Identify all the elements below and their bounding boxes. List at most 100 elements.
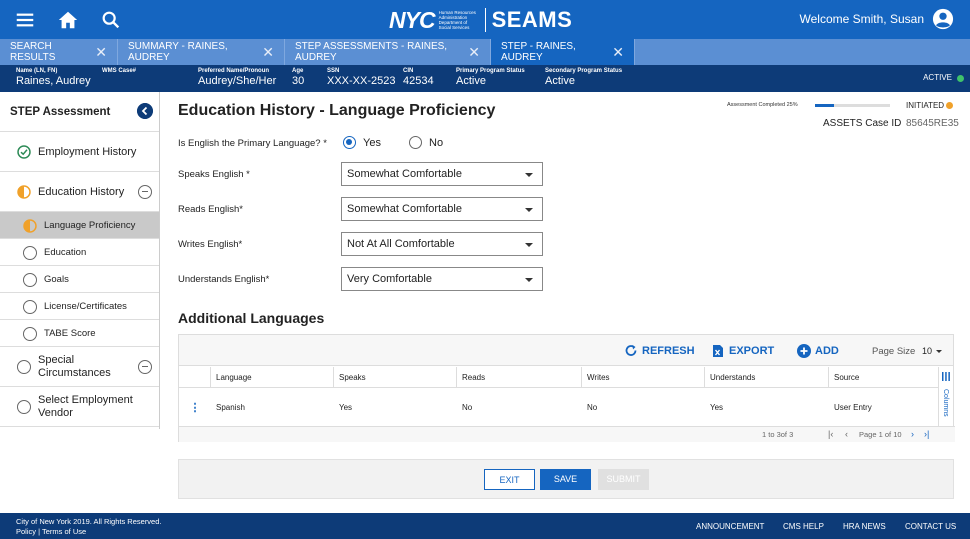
assessment-progress-bar xyxy=(815,104,890,107)
app-name: SEAMS xyxy=(491,7,573,32)
tab-bar: SEARCH RESULTS ✕ SUMMARY - RAINES, AUDREY… xyxy=(0,39,970,65)
sidebar-item-education[interactable]: Education xyxy=(0,239,159,266)
last-page-icon[interactable]: ›| xyxy=(924,429,929,439)
export-button[interactable]: EXPORT xyxy=(711,344,774,358)
client-cin: CIN 42534 xyxy=(403,68,434,87)
radio-yes[interactable] xyxy=(343,136,356,149)
tab-summary[interactable]: SUMMARY - RAINES, AUDREY ✕ xyxy=(118,39,285,65)
select-value: Somewhat Comfortable xyxy=(347,203,462,215)
submit-button[interactable]: SUBMIT xyxy=(598,469,649,490)
close-icon[interactable]: ✕ xyxy=(262,44,274,61)
cms-help-link[interactable]: CMS HELP xyxy=(783,522,824,531)
question-label: Speaks English * xyxy=(178,169,250,180)
wms-case: WMS Case# xyxy=(102,68,137,74)
sidebar-item-label: Select Employment Vendor xyxy=(38,393,133,419)
primary-language-question: Is English the Primary Language? * xyxy=(178,138,327,149)
speaks-english-select[interactable]: Somewhat Comfortable xyxy=(341,162,543,186)
collapse-sidebar-icon[interactable] xyxy=(137,103,153,119)
sidebar-item-special-circumstances[interactable]: Special Circumstances xyxy=(0,347,159,387)
tab-step[interactable]: STEP - RAINES, AUDREY ✕ xyxy=(491,39,635,65)
columns-tool-panel[interactable]: Columns xyxy=(938,367,953,426)
user-account-icon[interactable] xyxy=(932,8,954,30)
table-cell: Spanish xyxy=(216,402,245,412)
sidebar-item-label: TABE Score xyxy=(44,327,96,339)
collapse-section-icon[interactable] xyxy=(138,360,152,374)
dropdown-caret-icon xyxy=(525,208,533,212)
assessment-status: INITIATED xyxy=(906,101,945,110)
hra-news-link[interactable]: HRA NEWS xyxy=(843,522,886,531)
sidebar-item-label: Education History xyxy=(38,185,125,198)
tab-search-results[interactable]: SEARCH RESULTS ✕ xyxy=(0,39,118,65)
radio-no[interactable] xyxy=(409,136,422,149)
home-icon[interactable] xyxy=(57,9,79,31)
row-menu-icon[interactable]: ⋮ xyxy=(179,388,211,426)
sidebar-item-education-history[interactable]: Education History xyxy=(0,172,159,212)
grid-header-source[interactable]: Source xyxy=(829,367,939,387)
search-icon[interactable] xyxy=(100,9,122,31)
grid-header-speaks[interactable]: Speaks xyxy=(334,367,457,387)
check-circle-icon xyxy=(17,145,31,159)
page-size-select[interactable]: 10 xyxy=(922,346,932,356)
close-icon[interactable]: ✕ xyxy=(95,44,107,61)
sidebar-item-goals[interactable]: Goals xyxy=(0,266,159,293)
sidebar-header: STEP Assessment xyxy=(0,92,159,132)
app-brand[interactable]: NYC Human Resources Administration Depar… xyxy=(389,6,572,34)
announcement-link[interactable]: ANNOUNCEMENT xyxy=(696,522,764,531)
grid-header-understands[interactable]: Understands xyxy=(705,367,829,387)
case-id-label: ASSETS Case ID xyxy=(823,118,902,129)
empty-circle-icon xyxy=(23,246,37,260)
refresh-button[interactable]: REFRESH xyxy=(624,344,695,358)
additional-languages-grid: REFRESH EXPORT ADD Page Size 10 Language… xyxy=(178,334,955,442)
contact-us-link[interactable]: CONTACT US xyxy=(905,522,956,531)
save-button[interactable]: SAVE xyxy=(540,469,591,490)
empty-circle-icon xyxy=(23,273,37,287)
sidebar-item-label: Goals xyxy=(44,273,69,285)
client-name: Name (LN, FN) Raines, Audrey xyxy=(16,68,91,87)
empty-circle-icon xyxy=(17,360,31,374)
additional-languages-heading: Additional Languages xyxy=(178,310,325,326)
sidebar-item-select-employment-vendor[interactable]: Select Employment Vendor xyxy=(0,387,159,427)
understands-english-select[interactable]: Very Comfortable xyxy=(341,267,543,291)
empty-circle-icon xyxy=(23,300,37,314)
grid-header-language[interactable]: Language xyxy=(211,367,334,387)
dropdown-caret-icon[interactable] xyxy=(936,350,942,353)
initiated-status-dot xyxy=(946,102,953,109)
table-row[interactable]: ⋮ Spanish Yes No No Yes User Entry xyxy=(179,388,939,426)
grid-header-writes[interactable]: Writes xyxy=(582,367,705,387)
first-page-icon[interactable]: |‹ xyxy=(828,429,833,439)
close-icon[interactable]: ✕ xyxy=(468,44,480,61)
add-button[interactable]: ADD xyxy=(797,344,839,358)
writes-english-select[interactable]: Not At All Comfortable xyxy=(341,232,543,256)
footer-copyright: City of New York 2019. All Rights Reserv… xyxy=(16,517,162,537)
page-size-label: Page Size xyxy=(872,346,916,357)
client-age: Age 30 xyxy=(292,68,305,87)
add-circle-icon xyxy=(797,344,811,358)
reads-english-select[interactable]: Somewhat Comfortable xyxy=(341,197,543,221)
previous-page-icon[interactable]: ‹ xyxy=(845,429,848,439)
sidebar: STEP Assessment Employment History Educa… xyxy=(0,92,160,429)
page-info: Page 1 of 10 xyxy=(859,430,902,439)
exit-button[interactable]: EXIT xyxy=(484,469,535,490)
policy-terms-link[interactable]: Policy | Terms of Use xyxy=(16,527,162,537)
hra-logo-text: Human Resources Administration Departmen… xyxy=(438,10,476,30)
top-bar: NYC Human Resources Administration Depar… xyxy=(0,0,970,39)
progress-fill xyxy=(815,104,834,107)
client-info-bar: Name (LN, FN) Raines, Audrey WMS Case# Pr… xyxy=(0,65,970,92)
sidebar-item-language-proficiency[interactable]: Language Proficiency xyxy=(0,212,159,239)
select-value: Somewhat Comfortable xyxy=(347,168,462,180)
grid-header-row: Language Speaks Reads Writes Understands… xyxy=(179,367,939,388)
columns-tool-label: Columns xyxy=(942,389,949,417)
sidebar-item-license-certificates[interactable]: License/Certificates xyxy=(0,293,159,320)
tab-step-assessments[interactable]: STEP ASSESSMENTS - RAINES, AUDREY ✕ xyxy=(285,39,491,65)
menu-icon[interactable] xyxy=(14,9,36,31)
grid-header-reads[interactable]: Reads xyxy=(457,367,582,387)
close-icon[interactable]: ✕ xyxy=(612,44,624,61)
sidebar-item-employment-history[interactable]: Employment History xyxy=(0,132,159,172)
page-footer: City of New York 2019. All Rights Reserv… xyxy=(0,513,970,539)
sidebar-item-label: Employment History xyxy=(38,145,137,158)
sidebar-item-tabe-score[interactable]: TABE Score xyxy=(0,320,159,347)
in-progress-icon xyxy=(17,185,31,199)
welcome-text: Welcome Smith, Susan xyxy=(799,12,925,26)
collapse-section-icon[interactable] xyxy=(138,185,152,199)
next-page-icon[interactable]: › xyxy=(911,429,914,439)
